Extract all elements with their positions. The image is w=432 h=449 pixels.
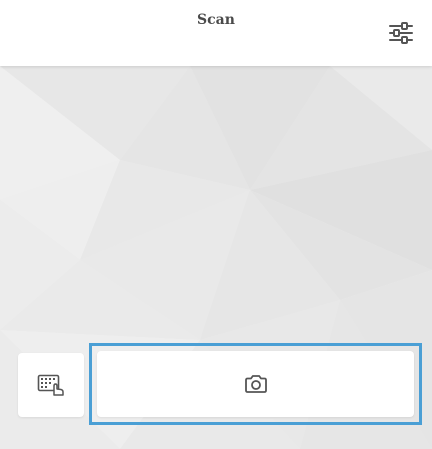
top-bar: Scan: [0, 0, 432, 66]
camera-scan-button[interactable]: [97, 351, 414, 417]
scan-screen: Scan: [0, 0, 432, 449]
sliders-icon: [389, 22, 413, 44]
keypad-entry-button[interactable]: [18, 353, 84, 417]
camera-icon: [244, 375, 267, 393]
keypad-touch-icon: [37, 374, 64, 396]
page-title: Scan: [197, 12, 235, 28]
settings-button[interactable]: [384, 18, 418, 48]
